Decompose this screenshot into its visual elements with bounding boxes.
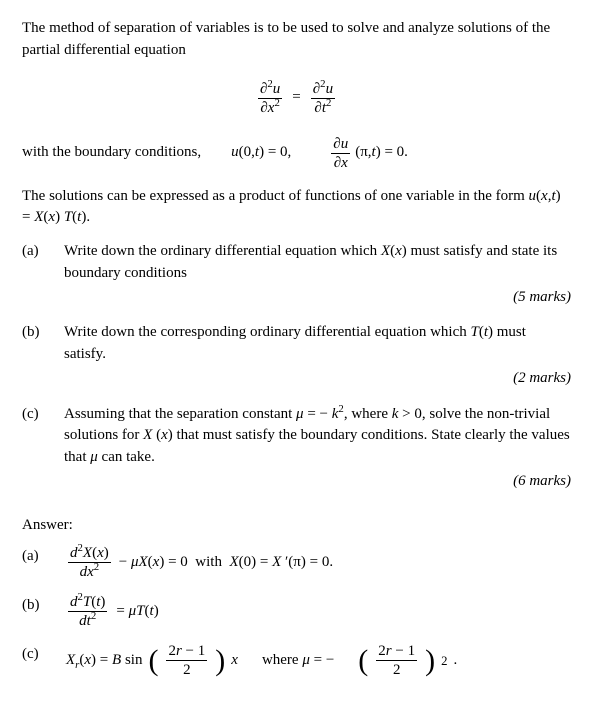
pde-lhs-den: ∂x2 <box>258 99 282 117</box>
answer-b-content: d2T(t) dt2 = μT(t) <box>66 591 571 630</box>
answer-c-where: where μ = − <box>262 650 334 672</box>
answer-c-dot: . <box>453 650 457 672</box>
answer-a-frac: d2X(x) dx2 <box>68 544 111 581</box>
part-c-label: (c) <box>22 404 64 426</box>
answer-c-frac2: 2r − 1 2 <box>376 642 417 679</box>
part-c-marks: (6 marks) <box>64 471 571 493</box>
answer-c-x: x <box>231 650 238 672</box>
answer-a-rest: − μX(x) = 0 with X(0) = X ′(π) = 0. <box>119 552 333 574</box>
answer-c-rparen2: ) <box>425 647 435 674</box>
part-b-label: (b) <box>22 322 64 344</box>
boundary-cond1: u(0,t) = 0, <box>231 142 291 164</box>
answer-b-rest: = μT(t) <box>116 601 158 623</box>
answer-c-label: (c) <box>22 640 60 666</box>
boundary-conditions: u(0,t) = 0, ∂u ∂x (π,t) = 0. <box>231 135 408 172</box>
pde-equation: ∂2u ∂x2 = ∂2u ∂t2 <box>22 80 571 117</box>
part-a-content: Write down the ordinary differential equ… <box>64 241 571 316</box>
part-b-content: Write down the corresponding ordinary di… <box>64 322 571 397</box>
answer-c-xr: Xr(x) = B sin <box>66 650 142 672</box>
answer-b: (b) d2T(t) dt2 = μT(t) <box>22 591 571 630</box>
answer-label: Answer: <box>22 515 571 537</box>
answer-b-label: (b) <box>22 591 60 617</box>
intro-text: The method of separation of variables is… <box>22 18 571 62</box>
part-c-content: Assuming that the separation constant μ … <box>64 404 571 501</box>
answer-a: (a) d2X(x) dx2 − μX(x) = 0 with X(0) = X… <box>22 542 571 581</box>
part-a-marks: (5 marks) <box>64 287 571 309</box>
boundary-label: with the boundary conditions, <box>22 142 201 164</box>
answer-c-lparen: ( <box>148 647 158 674</box>
part-a: (a) Write down the ordinary differential… <box>22 241 571 316</box>
answer-c-lparen2: ( <box>358 647 368 674</box>
answer-a-content: d2X(x) dx2 − μX(x) = 0 with X(0) = X ′(π… <box>66 542 571 581</box>
part-b: (b) Write down the corresponding ordinar… <box>22 322 571 397</box>
boundary-cond2: ∂u ∂x (π,t) = 0. <box>329 135 408 172</box>
answer-c-frac1: 2r − 1 2 <box>166 642 207 679</box>
answer-a-label: (a) <box>22 542 60 568</box>
part-b-marks: (2 marks) <box>64 368 571 390</box>
answer-b-frac: d2T(t) dt2 <box>68 593 107 630</box>
answer-c: (c) Xr(x) = B sin ( 2r − 1 2 ) x where μ… <box>22 640 571 679</box>
pde-rhs-num: ∂2u <box>311 80 335 99</box>
pde-equals: = <box>292 87 300 109</box>
answer-c-rparen: ) <box>215 647 225 674</box>
solutions-text: The solutions can be expressed as a prod… <box>22 186 571 230</box>
part-c: (c) Assuming that the separation constan… <box>22 404 571 501</box>
part-a-label: (a) <box>22 241 64 263</box>
boundary-row: with the boundary conditions, u(0,t) = 0… <box>22 135 571 172</box>
answer-section: Answer: (a) d2X(x) dx2 − μX(x) = 0 with … <box>22 515 571 680</box>
pde-rhs-den: ∂t2 <box>312 99 333 117</box>
answer-c-content: Xr(x) = B sin ( 2r − 1 2 ) x where μ = −… <box>66 640 571 679</box>
